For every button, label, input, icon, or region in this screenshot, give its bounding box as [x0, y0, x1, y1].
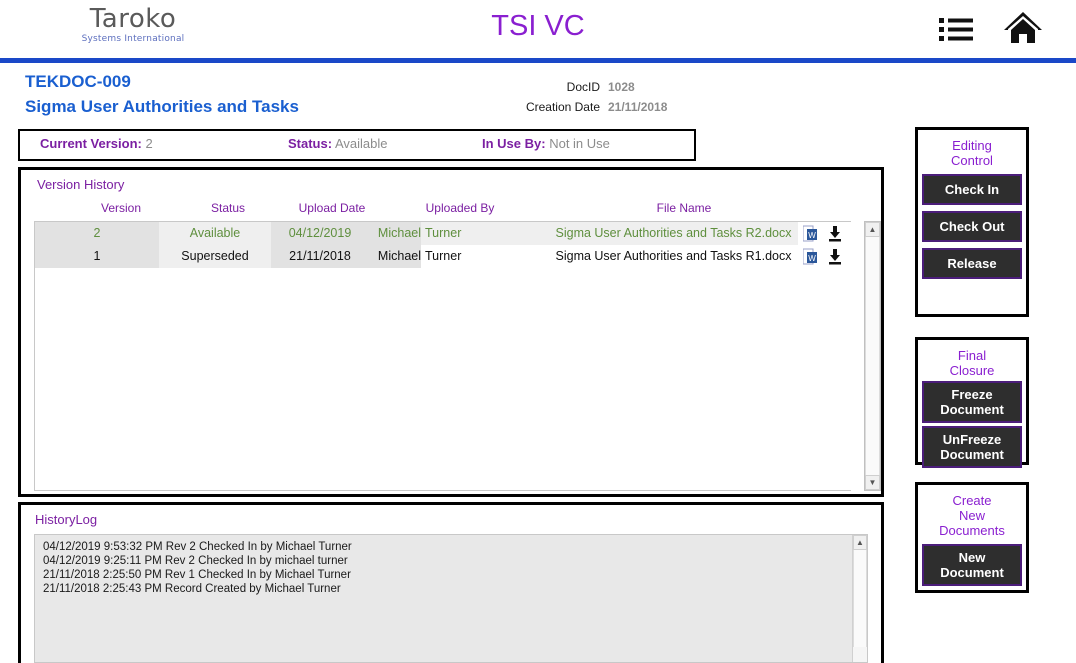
freeze-document-line2: Document — [940, 402, 1004, 417]
in-use-by-label: In Use By: — [482, 136, 546, 151]
release-button[interactable]: Release — [922, 248, 1022, 279]
word-document-icon[interactable]: W — [802, 222, 823, 245]
log-line: 04/12/2019 9:53:32 PM Rev 2 Checked In b… — [43, 541, 352, 553]
cell-upload-date: 21/11/2018 — [271, 245, 369, 268]
document-status-bar: Current Version: 2 Status: Available In … — [18, 129, 696, 161]
status-field: Status: Available — [288, 136, 388, 151]
editing-control-title-line1: Editing — [952, 138, 992, 153]
cell-uploaded-by-first: Michael — [369, 245, 421, 268]
current-version-field: Current Version: 2 — [40, 136, 153, 151]
log-line: 21/11/2018 2:25:50 PM Rev 1 Checked In b… — [43, 569, 351, 581]
version-history-scrollbar[interactable]: ▲ ▼ — [864, 221, 881, 491]
version-history-table: 2 Available 04/12/2019 Michael Turner Si… — [34, 221, 851, 491]
freeze-document-line1: Freeze — [951, 387, 993, 402]
column-header-uploaded-by: Uploaded By — [425, 201, 495, 215]
create-new-title-line2: New — [958, 508, 985, 523]
history-log-label: HistoryLog — [35, 512, 98, 527]
document-title: Sigma User Authorities and Tasks — [25, 97, 299, 116]
editing-control-title-line2: Control — [951, 153, 993, 168]
freeze-document-button[interactable]: Freeze Document — [922, 381, 1022, 423]
scrollbar-track[interactable] — [865, 237, 880, 475]
list-menu-icon[interactable] — [938, 14, 974, 44]
create-new-title-line1: Create — [952, 493, 992, 508]
svg-text:W: W — [808, 231, 816, 240]
cell-file-name: Sigma User Authorities and Tasks R1.docx — [549, 245, 798, 268]
in-use-by-value: Not in Use — [549, 136, 610, 151]
table-row[interactable]: 1 Superseded 21/11/2018 Michael Turner S… — [35, 245, 851, 268]
current-version-label: Current Version: — [40, 136, 142, 151]
column-header-file-name: File Name — [656, 201, 712, 215]
cell-status: Superseded — [159, 245, 271, 268]
status-label: Status: — [288, 136, 333, 151]
word-document-icon[interactable]: W — [802, 245, 823, 268]
final-closure-title-line2: Closure — [949, 363, 995, 378]
final-closure-title: Final Closure — [918, 340, 1026, 378]
final-closure-title-line1: Final — [957, 348, 987, 363]
log-line: 21/11/2018 2:25:43 PM Record Created by … — [43, 583, 341, 595]
docid-value: 1028 — [608, 80, 635, 94]
new-document-line1: New — [958, 550, 986, 565]
version-history-label: Version History — [37, 177, 125, 192]
cell-uploaded-by-first: Michael — [369, 222, 421, 245]
check-in-button[interactable]: Check In — [922, 174, 1022, 205]
page-title: TSI VC — [491, 10, 585, 42]
cell-upload-date: 04/12/2019 — [271, 222, 369, 245]
create-new-title-line3: Documents — [939, 523, 1005, 538]
in-use-by-field: In Use By: Not in Use — [482, 136, 610, 151]
cell-version: 2 — [35, 222, 159, 245]
cell-uploaded-by-last: Turner — [421, 222, 549, 245]
cell-uploaded-by-last: Turner — [421, 245, 549, 268]
cell-file-name: Sigma User Authorities and Tasks R2.docx — [549, 222, 798, 245]
unfreeze-document-button[interactable]: UnFreeze Document — [922, 426, 1022, 468]
unfreeze-document-line2: Document — [940, 447, 1004, 462]
editing-control-title: Editing Control — [918, 130, 1026, 168]
docid-row: DocID 1028 — [430, 78, 680, 96]
status-value: Available — [334, 136, 388, 151]
docid-label: DocID — [566, 80, 600, 94]
history-log-scrollbar[interactable]: ▲ — [852, 535, 867, 662]
new-document-line2: Document — [940, 565, 1004, 580]
log-line: 04/12/2019 9:25:11 PM Rev 2 Checked In b… — [43, 555, 348, 567]
create-new-documents-title: Create New Documents — [918, 485, 1026, 538]
column-header-status: Status — [210, 201, 246, 215]
top-header-bar: Taroko Systems International TSI VC — [0, 0, 1076, 58]
version-history-panel: Version History Version Status Upload Da… — [18, 167, 884, 497]
check-out-button[interactable]: Check Out — [922, 211, 1022, 242]
creation-date-value: 21/11/2018 — [608, 100, 668, 114]
new-document-button[interactable]: New Document — [922, 544, 1022, 586]
editing-control-panel: Editing Control Check In Check Out Relea… — [915, 127, 1029, 317]
table-row[interactable]: 2 Available 04/12/2019 Michael Turner Si… — [35, 222, 851, 245]
history-log-textarea[interactable]: 04/12/2019 9:53:32 PM Rev 2 Checked In b… — [34, 534, 868, 663]
scroll-up-icon[interactable]: ▲ — [853, 535, 867, 550]
cell-version: 1 — [35, 245, 159, 268]
creation-date-label: Creation Date — [525, 100, 600, 114]
creation-date-row: Creation Date 21/11/2018 — [430, 98, 680, 116]
history-log-panel: HistoryLog 04/12/2019 9:53:32 PM Rev 2 C… — [18, 502, 884, 663]
home-icon[interactable] — [1002, 9, 1044, 47]
download-icon[interactable] — [827, 245, 849, 268]
application-window: Taroko Systems International TSI VC TEKD… — [0, 0, 1076, 663]
current-version-value: 2 — [145, 136, 153, 151]
final-closure-panel: Final Closure Freeze Document UnFreeze D… — [915, 337, 1029, 468]
unfreeze-document-line1: UnFreeze — [942, 432, 1002, 447]
scrollbar-track[interactable] — [853, 550, 867, 647]
column-header-version: Version — [100, 201, 142, 215]
cell-status: Available — [159, 222, 271, 245]
header-divider — [0, 58, 1076, 63]
svg-text:W: W — [808, 254, 816, 263]
version-history-column-headers: Version Status Upload Date Uploaded By F… — [34, 201, 864, 221]
scroll-down-icon[interactable]: ▼ — [865, 475, 880, 490]
column-header-upload-date: Upload Date — [298, 201, 366, 215]
create-new-documents-panel: Create New Documents New Document — [915, 482, 1029, 593]
scroll-up-icon[interactable]: ▲ — [865, 222, 880, 237]
download-icon[interactable] — [827, 222, 849, 245]
document-code: TEKDOC-009 — [25, 72, 131, 91]
